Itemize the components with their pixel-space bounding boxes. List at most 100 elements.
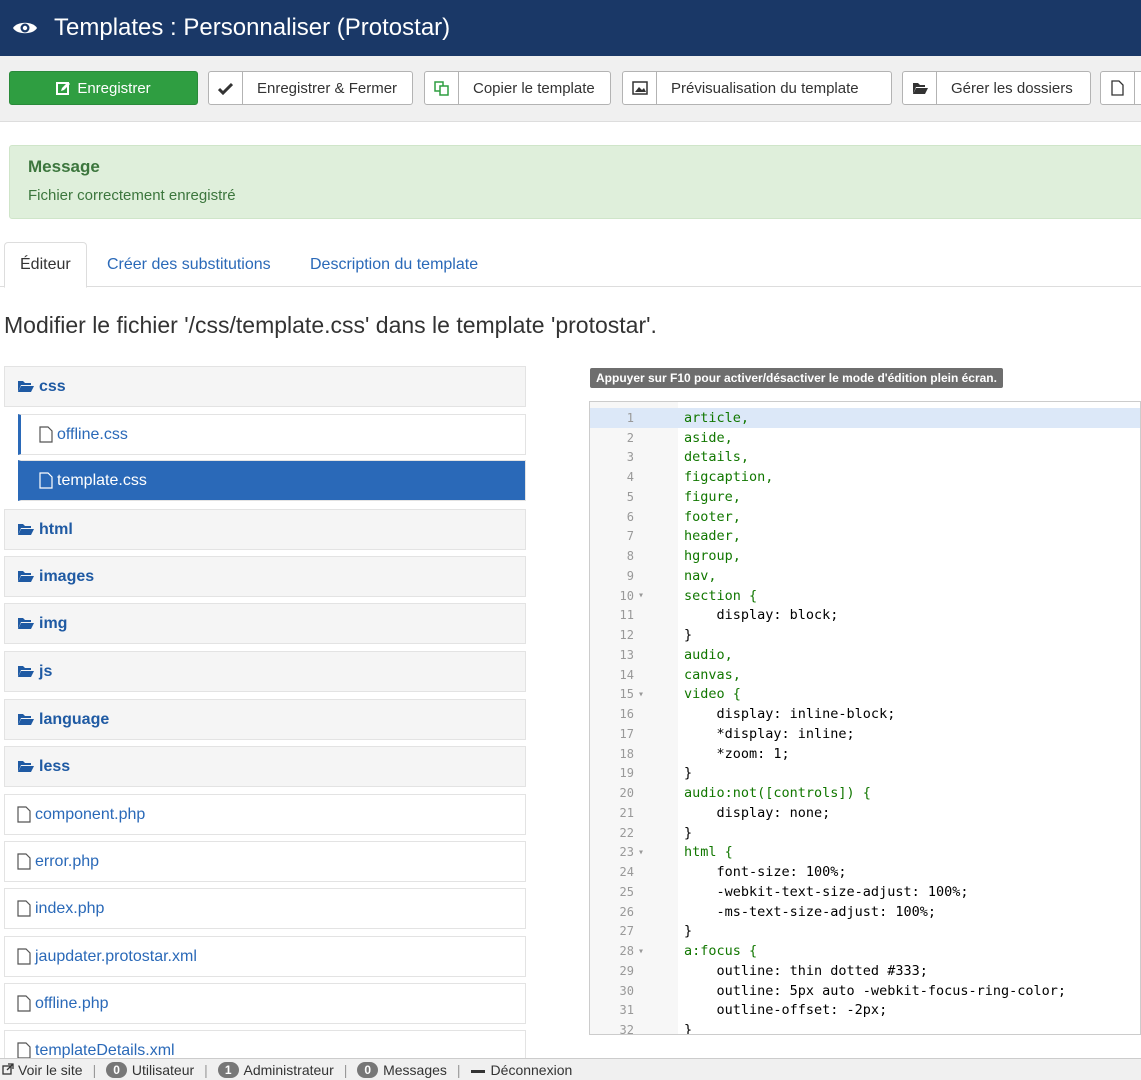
manage-folders-button[interactable]: Gérer les dossiers xyxy=(902,71,1091,105)
code-line: 17 *display: inline; xyxy=(590,724,1140,744)
line-number: 19 xyxy=(619,766,634,781)
code-editor[interactable]: 1 article, 2 aside, 3 details, 4 figcaption, 5 fi… xyxy=(589,401,1141,1035)
line-code: aside, xyxy=(684,429,733,446)
code-line: 5 figure, xyxy=(590,487,1140,507)
logout-link[interactable]: Déconnexion xyxy=(491,1062,573,1078)
tree-file-offline-php[interactable]: offline.php xyxy=(4,983,526,1024)
fullscreen-hint: Appuyer sur F10 pour activer/désactiver … xyxy=(590,368,1003,388)
fold-toggle-icon[interactable]: ▾ xyxy=(634,946,684,957)
line-number: 7 xyxy=(626,529,634,544)
code-line: 11 display: block; xyxy=(590,606,1140,626)
line-code: hgroup, xyxy=(684,548,741,565)
preview-template-label: Prévisualisation du template xyxy=(671,79,859,97)
external-link-icon xyxy=(2,1062,14,1078)
line-number: 14 xyxy=(619,667,634,682)
tree-file-label: offline.css xyxy=(57,425,128,443)
separator: | xyxy=(343,1061,348,1078)
code-line: 21 display: none; xyxy=(590,803,1140,823)
save-button[interactable]: Enregistrer xyxy=(9,71,198,105)
fold-toggle-icon[interactable]: ▾ xyxy=(634,689,684,700)
tree-file-label: jaupdater.protostar.xml xyxy=(35,947,197,965)
tree-folder-css[interactable]: css xyxy=(4,366,526,407)
tree-folder-images[interactable]: images xyxy=(4,556,526,597)
tab-create-overrides[interactable]: Créer des substitutions xyxy=(92,242,286,287)
messages-link[interactable]: Messages xyxy=(383,1062,447,1078)
save-close-button[interactable]: Enregistrer & Fermer xyxy=(208,71,413,105)
line-code: display: inline-block; xyxy=(684,706,896,723)
line-number: 10 xyxy=(619,588,634,603)
file-icon xyxy=(17,995,31,1012)
line-number: 18 xyxy=(619,746,634,761)
tab-editor[interactable]: Éditeur xyxy=(4,242,87,288)
folder-open-icon xyxy=(17,570,35,583)
view-site-link[interactable]: Voir le site xyxy=(18,1062,83,1078)
tree-folder-js[interactable]: js xyxy=(4,651,526,692)
line-number: 26 xyxy=(619,904,634,919)
status-bar: Voir le site | 0 Utilisateur | 1 Adminis… xyxy=(0,1058,1141,1080)
code-line: 8 hgroup, xyxy=(590,546,1140,566)
admins-count-badge: 1 xyxy=(217,1061,239,1078)
save-button-label: Enregistrer xyxy=(77,79,151,97)
fold-toggle-icon[interactable]: ▾ xyxy=(634,590,684,601)
line-number: 22 xyxy=(619,825,634,840)
message-heading: Message xyxy=(28,157,100,176)
tree-file-offline-css[interactable]: offline.css xyxy=(18,414,526,455)
line-number: 3 xyxy=(626,450,634,465)
line-code: *zoom: 1; xyxy=(684,745,790,762)
line-number: 31 xyxy=(619,1003,634,1018)
line-number: 32 xyxy=(619,1023,634,1035)
eye-icon xyxy=(12,19,42,37)
line-code: display: block; xyxy=(684,607,839,624)
preview-template-button[interactable]: Prévisualisation du template xyxy=(622,71,892,105)
line-number: 24 xyxy=(619,865,634,880)
line-number: 17 xyxy=(619,726,634,741)
line-number: 9 xyxy=(626,568,634,583)
tree-folder-less[interactable]: less xyxy=(4,746,526,787)
admins-link[interactable]: Administrateur xyxy=(244,1062,334,1078)
users-link[interactable]: Utilisateur xyxy=(132,1062,194,1078)
tree-folder-html[interactable]: html xyxy=(4,509,526,550)
code-line: 30 outline: 5px auto -webkit-focus-ring-… xyxy=(590,981,1140,1001)
separator: | xyxy=(204,1061,208,1078)
tree-file-template-css[interactable]: template.css xyxy=(18,460,526,501)
tree-file-jaupdater[interactable]: jaupdater.protostar.xml xyxy=(4,936,526,977)
new-file-button[interactable] xyxy=(1100,71,1141,105)
tree-folder-label: html xyxy=(39,520,73,538)
separator: | xyxy=(456,1061,461,1078)
code-line: 13 audio, xyxy=(590,645,1140,665)
line-code: a:focus { xyxy=(684,943,758,960)
folder-open-icon xyxy=(17,713,35,726)
line-code: video { xyxy=(684,686,741,703)
minus-icon xyxy=(470,1062,485,1078)
code-line: 23 ▾ html { xyxy=(590,843,1140,863)
fold-toggle-icon[interactable]: ▾ xyxy=(634,847,684,858)
copy-template-button[interactable]: Copier le template xyxy=(424,71,611,105)
line-code: } xyxy=(684,1022,693,1035)
line-code: header, xyxy=(684,528,741,545)
code-line: 31 outline-offset: -2px; xyxy=(590,1001,1140,1021)
line-code: footer, xyxy=(684,508,741,525)
line-code: audio, xyxy=(684,646,733,663)
code-line: 14 canvas, xyxy=(590,665,1140,685)
tree-file-index[interactable]: index.php xyxy=(4,888,526,929)
tree-file-component[interactable]: component.php xyxy=(4,794,526,835)
copy-icon xyxy=(425,72,459,104)
check-icon xyxy=(209,72,243,104)
line-number: 1 xyxy=(626,410,634,425)
page-header: Templates : Personnaliser (Protostar) xyxy=(0,0,1141,56)
line-code: -webkit-text-size-adjust: 100%; xyxy=(684,883,969,900)
line-number: 28 xyxy=(619,944,634,959)
code-line: 16 display: inline-block; xyxy=(590,704,1140,724)
tree-folder-language[interactable]: language xyxy=(4,699,526,740)
line-number: 11 xyxy=(619,608,634,623)
tree-file-error[interactable]: error.php xyxy=(4,841,526,882)
code-line: 28 ▾ a:focus { xyxy=(590,941,1140,961)
code-line: 27} xyxy=(590,922,1140,942)
edit-icon xyxy=(56,72,71,104)
tab-template-description[interactable]: Description du template xyxy=(295,242,493,287)
tree-folder-img[interactable]: img xyxy=(4,603,526,644)
line-number: 6 xyxy=(626,509,634,524)
code-line: 24 font-size: 100%; xyxy=(590,862,1140,882)
line-number: 16 xyxy=(619,707,634,722)
page-header-title: Templates : Personnaliser (Protostar) xyxy=(54,14,451,41)
